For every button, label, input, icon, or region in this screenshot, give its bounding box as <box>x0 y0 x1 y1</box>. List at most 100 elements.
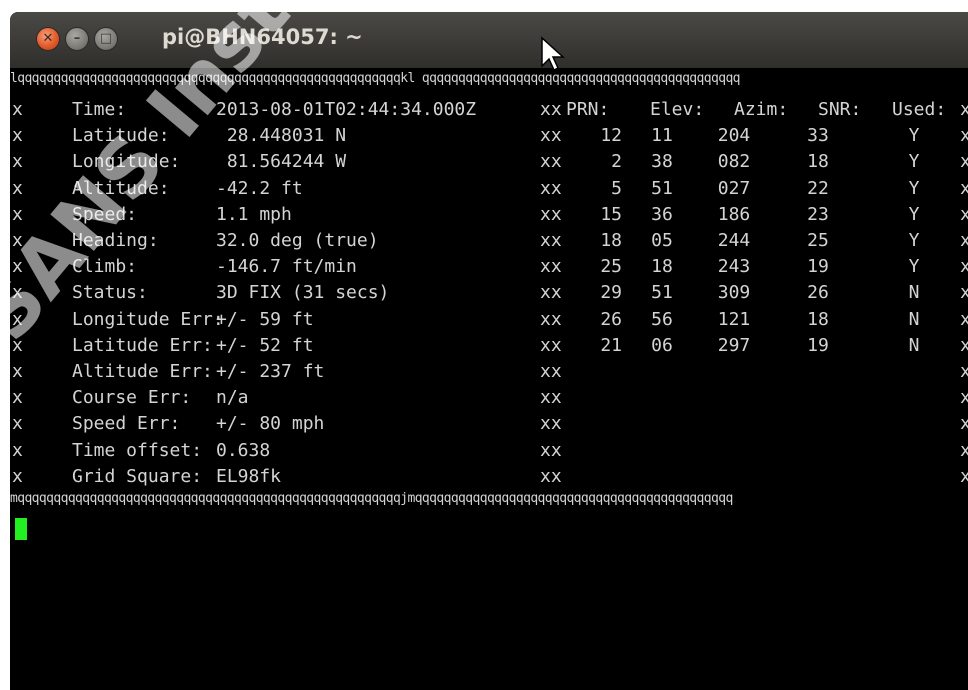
satellite-cell: N <box>908 282 920 304</box>
border-right: x <box>960 151 968 173</box>
satellite-header: Elev: <box>650 99 705 120</box>
field-label: Longitude Err: <box>72 308 224 330</box>
border-left: x <box>12 361 23 382</box>
satellite-cell: 12 <box>600 125 622 147</box>
field-value: +/- 52 ft <box>216 334 314 356</box>
border-right: x <box>960 413 968 435</box>
field-value: 1.1 mph <box>216 203 292 225</box>
border-middle: xx <box>540 282 562 304</box>
close-button[interactable]: ✕ <box>36 27 60 51</box>
satellite-header: SNR: <box>818 99 862 120</box>
field-label: Time offset: <box>72 439 203 461</box>
border-middle: xx <box>540 361 562 382</box>
satellite-cell: N <box>908 308 920 330</box>
border-right: x <box>960 308 968 330</box>
border-middle: xx <box>540 465 562 487</box>
border-left: x <box>12 413 23 435</box>
field-value: 32.0 deg (true) <box>216 230 379 251</box>
field-label: Grid Square: <box>72 465 203 487</box>
top-border: lqqqqqqqqqqqqqqqqqqqqqqqqqqqqqqqqqqqqqqq… <box>10 71 741 86</box>
satellite-cell: 15 <box>600 203 622 225</box>
border-middle: xx <box>540 439 562 461</box>
border-middle: xx <box>540 387 562 409</box>
satellite-cell: 23 <box>807 203 829 225</box>
satellite-header: PRN: <box>566 99 610 120</box>
border-middle: xx <box>540 256 562 278</box>
satellite-cell: Y <box>908 177 920 199</box>
field-label: Speed Err: <box>72 413 181 435</box>
field-value: +/- 80 mph <box>216 413 325 435</box>
satellite-cell: 244 <box>717 230 751 251</box>
satellite-cell: 51 <box>651 177 673 199</box>
satellite-cell: 25 <box>600 256 622 278</box>
satellite-cell: N <box>908 334 920 356</box>
satellite-cell: 26 <box>600 308 622 330</box>
border-right: x <box>960 256 968 278</box>
border-middle: xx <box>540 99 562 120</box>
satellite-cell: 36 <box>651 203 673 225</box>
satellite-header: Used: <box>892 99 947 120</box>
border-left: x <box>12 203 23 225</box>
border-right: x <box>960 203 968 225</box>
field-value: 81.564244 W <box>216 151 347 173</box>
satellite-cell: 121 <box>717 308 751 330</box>
minimize-icon: – <box>73 31 81 46</box>
satellite-cell: Y <box>908 203 920 225</box>
satellite-cell: 027 <box>717 177 751 199</box>
field-value: 2013-08-01T02:44:34.000Z <box>216 99 477 120</box>
satellite-cell: 18 <box>807 308 829 330</box>
field-value: 0.638 <box>216 439 271 461</box>
satellite-cell: 309 <box>717 282 751 304</box>
satellite-cell: 19 <box>807 334 829 356</box>
satellite-cell: 18 <box>600 230 622 251</box>
satellite-cell: 18 <box>651 256 673 278</box>
field-value: -146.7 ft/min <box>216 256 357 278</box>
border-left: x <box>12 177 23 199</box>
satellite-cell: 51 <box>651 282 673 304</box>
satellite-cell: 082 <box>717 151 751 173</box>
field-label: Course Err: <box>72 387 192 409</box>
maximize-button[interactable]: □ <box>94 27 118 51</box>
satellite-cell: 38 <box>651 151 673 173</box>
field-value: EL98fk <box>216 465 282 487</box>
satellite-cell: 29 <box>600 282 622 304</box>
border-right: x <box>960 125 968 147</box>
satellite-cell: 56 <box>651 308 673 330</box>
satellite-cell: 19 <box>807 256 829 278</box>
border-left: x <box>12 439 23 461</box>
border-right: x <box>960 387 968 409</box>
satellite-cell: 05 <box>651 230 673 251</box>
terminal-cursor <box>15 518 27 540</box>
border-middle: xx <box>540 151 562 173</box>
close-icon: ✕ <box>42 31 54 46</box>
satellite-cell: Y <box>908 256 920 278</box>
border-middle: xx <box>540 334 562 356</box>
maximize-icon: □ <box>99 31 113 46</box>
satellite-cell: 18 <box>807 151 829 173</box>
mouse-pointer-icon <box>541 36 565 72</box>
satellite-cell: 21 <box>600 334 622 356</box>
border-middle: xx <box>540 230 562 251</box>
minimize-button[interactable]: – <box>65 27 89 51</box>
satellite-cell: 186 <box>717 203 751 225</box>
border-middle: xx <box>540 413 562 435</box>
title-bar[interactable]: ✕ – □ pi@BHN64057: ~ <box>10 12 968 68</box>
satellite-header: Azim: <box>734 99 789 120</box>
satellite-cell: Y <box>908 230 920 251</box>
border-right: x <box>960 230 968 251</box>
border-middle: xx <box>540 308 562 330</box>
border-left: x <box>12 151 23 173</box>
field-value: +/- 237 ft <box>216 361 325 382</box>
field-label: Altitude Err: <box>72 361 213 382</box>
field-label: Latitude Err: <box>72 334 213 356</box>
field-value: +/- 59 ft <box>216 308 314 330</box>
border-right: x <box>960 465 968 487</box>
field-value: 3D FIX (31 secs) <box>216 282 390 304</box>
satellite-cell: 5 <box>611 177 622 199</box>
border-middle: xx <box>540 203 562 225</box>
border-right: x <box>960 99 968 120</box>
satellite-cell: 243 <box>717 256 751 278</box>
satellite-cell: 33 <box>807 125 829 147</box>
border-right: x <box>960 334 968 356</box>
satellite-cell: 11 <box>651 125 673 147</box>
